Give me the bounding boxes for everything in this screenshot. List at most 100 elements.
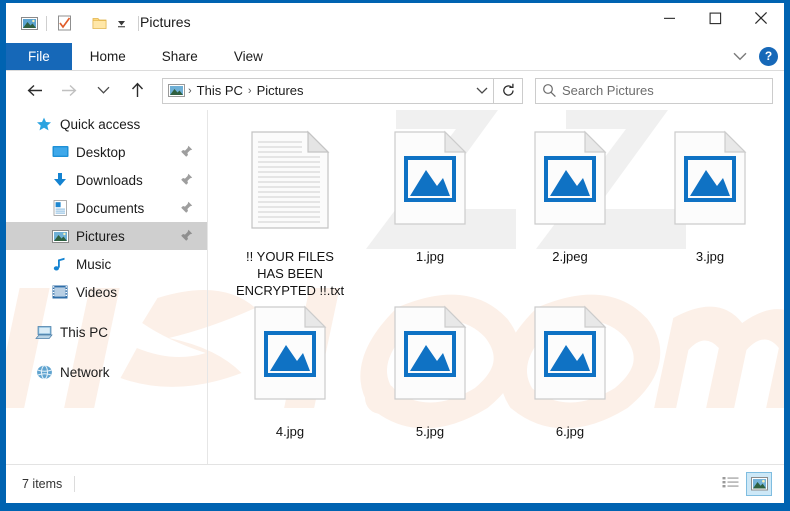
- music-icon: [50, 255, 70, 273]
- file-item[interactable]: 3.jpg: [640, 124, 780, 299]
- file-item[interactable]: !! YOUR FILES HAS BEEN ENCRYPTED !!.txt: [220, 124, 360, 299]
- toolbar-divider-2: [138, 15, 139, 31]
- downloads-icon: [50, 171, 70, 189]
- quick-access-toolbar: [18, 13, 145, 33]
- window-title: Pictures: [140, 14, 191, 30]
- desktop-icon: [50, 143, 70, 161]
- ribbon-controls: ?: [727, 45, 778, 67]
- image-file-icon: [533, 124, 607, 248]
- sidebar-item-pictures[interactable]: Pictures: [6, 222, 207, 250]
- file-name: 5.jpg: [415, 424, 445, 439]
- image-file-icon: [393, 299, 467, 423]
- file-name: 3.jpg: [695, 249, 725, 264]
- star-icon: [34, 115, 54, 133]
- file-name: 2.jpeg: [552, 249, 588, 264]
- recent-locations-icon[interactable]: [90, 78, 116, 104]
- sidebar-item-downloads[interactable]: Downloads: [6, 166, 207, 194]
- sidebar-label-documents: Documents: [76, 200, 145, 216]
- file-item[interactable]: 6.jpg: [500, 299, 640, 464]
- pin-icon[interactable]: [180, 145, 193, 158]
- sidebar-gap-1: [6, 306, 207, 318]
- sidebar-item-music[interactable]: Music: [6, 250, 207, 278]
- maximize-button[interactable]: [692, 3, 738, 33]
- search-input[interactable]: Search Pictures: [562, 83, 654, 98]
- file-grid: !! YOUR FILES HAS BEEN ENCRYPTED !!.txt …: [208, 110, 784, 464]
- file-item[interactable]: 1.jpg: [360, 124, 500, 299]
- navigation-pane: Quick access Desktop Downloads Documents…: [6, 110, 207, 464]
- sidebar-label-downloads: Downloads: [76, 172, 143, 188]
- sidebar-label-this-pc: This PC: [60, 324, 109, 340]
- image-file-icon: [533, 299, 607, 423]
- status-bar: 7 items: [6, 464, 784, 503]
- address-bar[interactable]: › This PC › Pictures: [162, 77, 494, 104]
- close-button[interactable]: [738, 3, 784, 33]
- videos-icon: [50, 283, 70, 301]
- breadcrumb-separator-0: ›: [188, 84, 192, 97]
- status-divider: [74, 476, 76, 492]
- pictures-icon: [50, 227, 70, 245]
- forward-arrow-icon: [56, 78, 82, 104]
- documents-icon: [50, 199, 70, 217]
- network-icon: [34, 363, 54, 381]
- image-file-icon: [393, 124, 467, 248]
- pin-icon[interactable]: [180, 173, 193, 186]
- search-box[interactable]: Search Pictures: [535, 77, 773, 104]
- refresh-button[interactable]: [494, 77, 523, 104]
- sidebar-label-desktop: Desktop: [76, 144, 126, 160]
- tab-share[interactable]: Share: [144, 43, 216, 70]
- address-dropdown-icon[interactable]: [471, 87, 493, 95]
- file-name: 1.jpg: [415, 249, 445, 264]
- window-controls: [646, 3, 784, 33]
- file-item[interactable]: 4.jpg: [220, 299, 360, 464]
- sidebar-item-quick-access[interactable]: Quick access: [6, 110, 207, 138]
- sidebar-item-this-pc[interactable]: This PC: [6, 318, 207, 346]
- new-folder-icon[interactable]: [88, 13, 110, 33]
- breadcrumb-this-pc[interactable]: This PC: [194, 83, 246, 98]
- sidebar-label-music: Music: [76, 256, 112, 272]
- customize-dropdown-icon[interactable]: [110, 13, 132, 33]
- text-file-icon: [250, 124, 330, 248]
- explorer-window: Pictures File Home Share View ? › This P…: [6, 3, 784, 503]
- chevron-down-icon[interactable]: [727, 45, 753, 67]
- pin-icon[interactable]: [180, 201, 193, 214]
- pin-icon[interactable]: [180, 229, 193, 242]
- pictures-folder-icon: [168, 84, 186, 98]
- sidebar-item-documents[interactable]: Documents: [6, 194, 207, 222]
- sidebar-item-desktop[interactable]: Desktop: [6, 138, 207, 166]
- view-toggle-group: [718, 472, 772, 496]
- breadcrumb-pictures[interactable]: Pictures: [254, 83, 307, 98]
- sidebar-label-network: Network: [60, 364, 110, 380]
- explorer-body: Quick access Desktop Downloads Documents…: [6, 110, 784, 464]
- large-icons-view-icon[interactable]: [746, 472, 772, 496]
- details-view-icon[interactable]: [718, 472, 742, 494]
- title-bar: Pictures: [6, 3, 784, 43]
- navigation-bar: › This PC › Pictures Search Pictures: [6, 71, 784, 110]
- pictures-icon[interactable]: [18, 13, 40, 33]
- sidebar-label-videos: Videos: [76, 284, 118, 300]
- file-item[interactable]: 5.jpg: [360, 299, 500, 464]
- sidebar-item-network[interactable]: Network: [6, 358, 207, 386]
- file-item[interactable]: 2.jpeg: [500, 124, 640, 299]
- tab-view[interactable]: View: [216, 43, 281, 70]
- this-pc-icon: [34, 323, 54, 341]
- sidebar-label-quick-access: Quick access: [60, 116, 141, 132]
- nav-arrow-group: [22, 78, 150, 104]
- sidebar-item-videos[interactable]: Videos: [6, 278, 207, 306]
- minimize-button[interactable]: [646, 3, 692, 33]
- sidebar-gap-2: [6, 346, 207, 358]
- file-name: !! YOUR FILES HAS BEEN ENCRYPTED !!.txt: [235, 249, 345, 298]
- image-file-icon: [673, 124, 747, 248]
- tab-file[interactable]: File: [6, 43, 72, 70]
- back-arrow-icon[interactable]: [22, 78, 48, 104]
- file-name: 6.jpg: [555, 424, 585, 439]
- file-list-pane[interactable]: !! YOUR FILES HAS BEEN ENCRYPTED !!.txt …: [208, 110, 784, 464]
- sidebar-label-pictures: Pictures: [76, 228, 125, 244]
- item-count: 7 items: [22, 477, 63, 491]
- tab-home[interactable]: Home: [72, 43, 144, 70]
- ribbon-tabs: File Home Share View: [6, 43, 784, 70]
- ribbon-tab-bar: File Home Share View ?: [6, 43, 784, 71]
- up-arrow-icon[interactable]: [124, 78, 150, 104]
- breadcrumb-separator-1: ›: [247, 84, 252, 97]
- help-icon[interactable]: ?: [759, 46, 778, 66]
- properties-icon[interactable]: [53, 13, 75, 33]
